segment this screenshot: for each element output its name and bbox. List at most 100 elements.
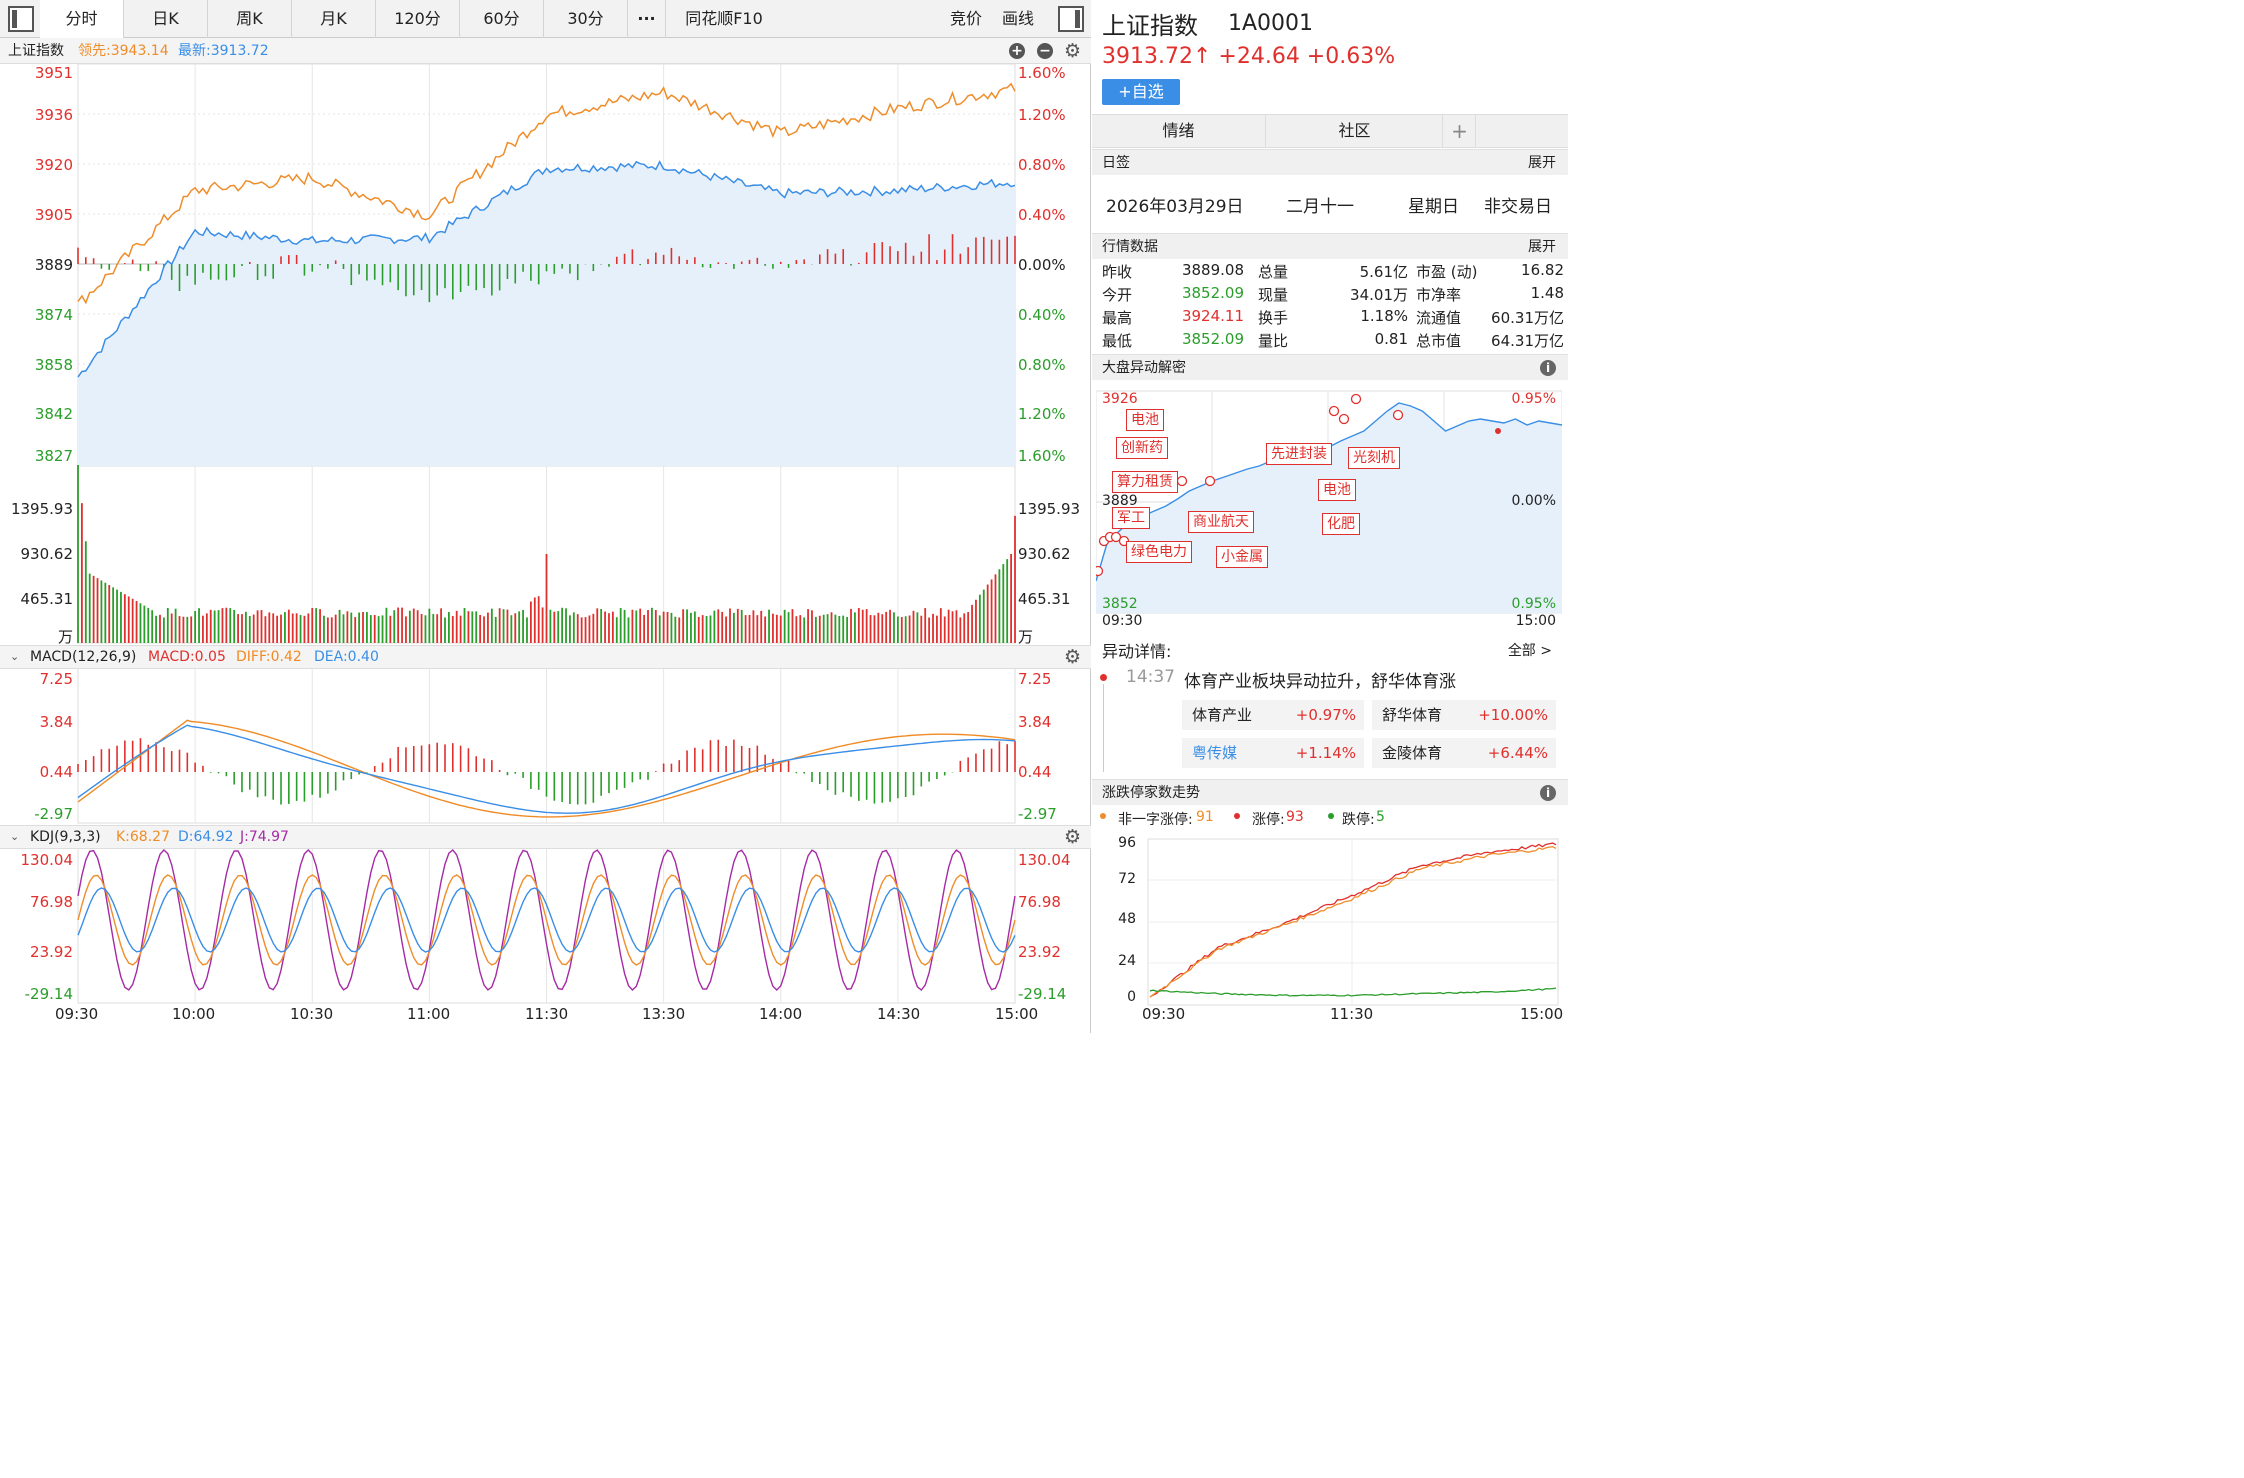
tab-weekly-k[interactable]: 周K [208, 0, 292, 38]
event-marker-icon [1176, 475, 1188, 487]
event-marker-icon [1338, 413, 1350, 425]
anomaly-tag[interactable]: 军工 [1112, 507, 1150, 529]
tab-community[interactable]: 社区 [1267, 115, 1443, 147]
market-value: 64.31万亿 [1491, 332, 1564, 350]
anomaly-tag[interactable]: 电池 [1318, 479, 1356, 501]
add-watchlist-button[interactable]: +自选 [1102, 79, 1180, 105]
macd-settings-icon[interactable]: ⚙ [1064, 648, 1082, 667]
zoom-in-icon[interactable]: + [1009, 43, 1025, 59]
app-window: { "toolbar": { "tabs": ["分时","日K","周K","… [0, 0, 1568, 1033]
kdj-settings-icon[interactable]: ⚙ [1064, 828, 1082, 847]
tab-30min[interactable]: 30分 [544, 0, 628, 38]
axis-tick: 23.92 [30, 943, 73, 961]
anomaly-tag[interactable]: 先进封装 [1266, 443, 1332, 465]
zoom-out-icon[interactable]: − [1037, 43, 1053, 59]
timeline-dot-icon [1100, 674, 1107, 681]
axis-tick: 1.60% [1018, 64, 1066, 82]
info-icon[interactable]: i [1540, 360, 1556, 376]
dea-value-label: DEA:0.40 [314, 649, 379, 665]
axis-tick: 23.92 [1018, 943, 1061, 961]
axis-tick: 72 [1118, 871, 1136, 887]
axis-tick: -2.97 [34, 805, 73, 823]
tab-120min[interactable]: 120分 [376, 0, 460, 38]
info-icon[interactable]: i [1540, 785, 1556, 801]
index-title: 上证指数 [1102, 12, 1198, 40]
draw-line-button[interactable]: 画线 [992, 0, 1044, 38]
sidebar-toggle-icon[interactable] [8, 6, 34, 32]
anomaly-title: 大盘异动解密 [1102, 360, 1186, 376]
time-tick: 10:00 [172, 1005, 216, 1023]
axis-tick: 130.04 [20, 851, 74, 869]
event-marker-icon [1204, 475, 1216, 487]
axis-tick: 0.40% [1018, 206, 1066, 224]
time-tick: 10:30 [290, 1005, 334, 1023]
collapse-chevron-icon[interactable]: ⌄ [10, 826, 19, 848]
add-tab-button[interactable]: + [1444, 115, 1476, 147]
legend-dot-icon [1328, 813, 1334, 819]
detail-text[interactable]: 体育产业板块异动拉升，舒华体育涨 [1184, 667, 1456, 692]
tab-sentiment[interactable]: 情绪 [1092, 115, 1266, 147]
detail-tag[interactable]: 金陵体育 +6.44% [1372, 738, 1556, 768]
axis-tick: -29.14 [1018, 985, 1067, 1003]
axis-tick: -29.14 [24, 985, 73, 1003]
daily-expand-link[interactable]: 展开 [1528, 150, 1556, 176]
axis-tick: 0.80% [1018, 356, 1066, 374]
anomaly-pct-mid: 0.00% [1511, 493, 1556, 509]
diff-value-label: DIFF:0.42 [236, 649, 302, 665]
tab-intraday[interactable]: 分时 [40, 0, 124, 38]
quote-tabs: 情绪 社区 + [1092, 114, 1568, 148]
more-periods-button[interactable]: ··· [628, 0, 666, 38]
index-name-label: 上证指数 [8, 43, 64, 59]
current-dot-icon [1495, 428, 1501, 434]
tag-change: +1.14% [1295, 744, 1356, 762]
tab-daily-k[interactable]: 日K [124, 0, 208, 38]
axis-tick: 万 [57, 628, 73, 646]
collapse-chevron-icon[interactable]: ⌄ [10, 646, 19, 668]
anomaly-tag[interactable]: 小金属 [1216, 546, 1268, 568]
anomaly-tag[interactable]: 电池 [1126, 409, 1164, 431]
detail-tag[interactable]: 体育产业 +0.97% [1182, 700, 1364, 730]
auction-button[interactable]: 竞价 [940, 0, 992, 38]
axis-tick: 3858 [34, 356, 73, 374]
detail-all-link[interactable]: 全部 > [1508, 640, 1552, 660]
market-label: 今开 [1102, 286, 1133, 304]
event-marker-icon [1328, 405, 1340, 417]
tab-monthly-k[interactable]: 月K [292, 0, 376, 38]
panel-toggle-icon[interactable] [1058, 6, 1084, 32]
market-value: 1.48 [1530, 284, 1564, 302]
tag-change: +0.97% [1295, 706, 1356, 724]
time-tick: 14:00 [759, 1005, 803, 1023]
legend-value: 93 [1286, 809, 1304, 825]
anomaly-tag[interactable]: 商业航天 [1188, 511, 1254, 533]
date-text: 2026年03月29日 [1106, 197, 1244, 217]
chart-canvas [77, 63, 1016, 1004]
tab-60min[interactable]: 60分 [460, 0, 544, 38]
daily-sign-title: 日签 [1102, 155, 1130, 171]
anomaly-tag[interactable]: 绿色电力 [1126, 541, 1192, 563]
anomaly-tag[interactable]: 化肥 [1322, 513, 1360, 535]
anomaly-pct-bot: 0.95% [1511, 596, 1556, 612]
detail-tag[interactable]: 舒华体育 +10.00% [1372, 700, 1556, 730]
anomaly-tag[interactable]: 光刻机 [1348, 447, 1400, 469]
kdj-name-label: KDJ(9,3,3) [30, 829, 101, 845]
legend-dot-icon [1100, 813, 1106, 819]
toolbar: 分时 日K 周K 月K 120分 60分 30分 ··· 同花顺F10 竞价 画… [0, 0, 1091, 38]
time-tick: 15:00 [995, 1005, 1039, 1023]
f10-button[interactable]: 同花顺F10 [666, 0, 782, 38]
axis-tick: 3.84 [39, 713, 73, 731]
anomaly-tag[interactable]: 算力租赁 [1112, 471, 1178, 493]
settings-gear-icon[interactable]: ⚙ [1064, 42, 1082, 61]
axis-tick: 1395.93 [1018, 500, 1081, 518]
time-tick: 14:30 [877, 1005, 921, 1023]
market-expand-link[interactable]: 展开 [1528, 234, 1556, 260]
market-label: 市净率 [1416, 286, 1462, 304]
time-tick: 09:30 [55, 1005, 99, 1023]
axis-tick: 3905 [34, 206, 73, 224]
anomaly-tag[interactable]: 创新药 [1116, 437, 1168, 459]
axis-tick: 0 [1127, 989, 1136, 1005]
axis-tick: 0.80% [1018, 156, 1066, 174]
k-value-label: K:68.27 [116, 829, 170, 845]
detail-tag[interactable]: 粤传媒 +1.14% [1182, 738, 1364, 768]
limit-legend: 非一字涨停: 91 涨停: 93 跌停: 5 [1092, 809, 1568, 831]
legend-label: 非一字涨停: [1118, 812, 1193, 828]
